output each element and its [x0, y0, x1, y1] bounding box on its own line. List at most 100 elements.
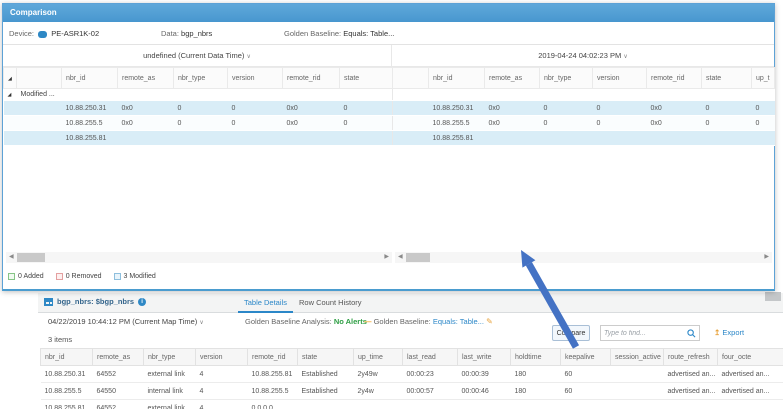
export-icon: ↥	[714, 328, 720, 337]
table-row[interactable]: 10.88.250.310x0000x000	[393, 101, 775, 116]
table-cell: 10.88.255.5	[62, 116, 118, 131]
table-cell: 10.88.250.31	[429, 101, 485, 116]
table-cell: advertised an...	[718, 366, 783, 383]
column-header[interactable]: remote_rid	[283, 68, 340, 89]
table-cell: 0	[593, 116, 647, 131]
table-row[interactable]: 10.88.250.310x0000x00	[4, 101, 393, 116]
table-cell	[485, 131, 540, 146]
column-header[interactable]: nbr_type	[174, 68, 228, 89]
table-cell	[511, 400, 561, 409]
column-header[interactable]: last_read	[403, 349, 458, 366]
scroll-left-icon[interactable]: ◀	[398, 252, 403, 263]
table-cell: 180	[511, 383, 561, 400]
panel-title-group: bgp_nbrs: $bgp_nbrs i	[44, 297, 146, 306]
table-cell	[702, 131, 752, 146]
column-header[interactable]: up_t	[752, 68, 775, 89]
tab-table-details[interactable]: Table Details	[238, 293, 293, 313]
column-header[interactable]: version	[593, 68, 647, 89]
right-scrollbar-thumb[interactable]	[406, 253, 430, 262]
export-label: Export	[722, 328, 744, 337]
right-horizontal-scrollbar[interactable]: ◀ ▶	[395, 252, 772, 263]
table-row[interactable]: 10.88.255.50x0000x000	[393, 116, 775, 131]
table-cell	[752, 131, 775, 146]
export-control[interactable]: ↥ Export	[714, 328, 744, 337]
table-cell: advertised an...	[664, 366, 718, 383]
scroll-right-icon[interactable]: ▶	[384, 252, 389, 263]
table-cell	[458, 400, 511, 409]
column-header[interactable]: version	[196, 349, 248, 366]
vertical-scrollbar-thumb[interactable]	[765, 292, 781, 301]
table-row[interactable]: 10.88.255.8164552external link40.0.0.0	[41, 400, 783, 409]
column-header[interactable]: nbr_id	[429, 68, 485, 89]
column-header[interactable]: holdtime	[511, 349, 561, 366]
column-header[interactable]: state	[702, 68, 752, 89]
column-header[interactable]: remote_rid	[248, 349, 298, 366]
column-header[interactable]: keepalive	[561, 349, 611, 366]
chevron-down-icon: ∨	[247, 54, 251, 60]
column-header[interactable]: last_write	[458, 349, 511, 366]
table-cell: 64552	[93, 366, 144, 383]
column-header[interactable]: remote_as	[118, 68, 174, 89]
info-icon[interactable]: i	[138, 298, 146, 306]
column-header[interactable]: remote_as	[93, 349, 144, 366]
left-horizontal-scrollbar[interactable]: ◀ ▶	[6, 252, 392, 263]
column-header[interactable]: state	[340, 68, 393, 89]
chevron-down-icon: ∨	[623, 54, 627, 60]
tab-label: Row Count History	[299, 298, 362, 307]
compare-button[interactable]: Compare	[552, 325, 590, 341]
expander-header-cell[interactable]: ◢	[4, 68, 17, 89]
scroll-left-icon[interactable]: ◀	[9, 252, 14, 263]
search-icon[interactable]	[687, 329, 696, 338]
table-cell: 60	[561, 366, 611, 383]
golden-baseline-label: Golden Baseline:	[374, 317, 431, 326]
column-header[interactable]: remote_as	[485, 68, 540, 89]
table-cell	[298, 400, 354, 409]
table-row[interactable]: 10.88.255.564550internal link410.88.255.…	[41, 383, 783, 400]
group-expander-cell[interactable]: ◢	[4, 89, 17, 101]
data-label: Data:	[161, 29, 179, 38]
left-group-title: undefined (Current Data Time)	[143, 51, 244, 60]
column-header[interactable]: version	[228, 68, 283, 89]
tab-row-count-history[interactable]: Row Count History	[293, 293, 368, 313]
column-header[interactable]: route_refresh	[664, 349, 718, 366]
table-cell: Established	[298, 383, 354, 400]
table-cell: 10.88.255.5	[248, 383, 298, 400]
scroll-right-icon[interactable]: ▶	[764, 252, 769, 263]
golden-baseline-link[interactable]: Equals: Table...	[433, 317, 484, 326]
modified-group-row[interactable]: ◢ Modified ...	[4, 89, 393, 101]
column-header[interactable]: nbr_id	[62, 68, 118, 89]
column-header[interactable]: four_octe	[718, 349, 783, 366]
group-spacer-row	[393, 89, 775, 101]
column-header[interactable]: session_active	[611, 349, 664, 366]
column-header[interactable]: nbr_id	[41, 349, 93, 366]
search-input[interactable]	[604, 326, 684, 340]
table-cell: 10.88.255.81	[62, 131, 118, 146]
table-cell: 0	[174, 101, 228, 116]
table-row[interactable]: 10.88.250.3164552external link410.88.255…	[41, 366, 783, 383]
map-time-selector[interactable]: 04/22/2019 10:44:12 PM (Current Map Time…	[48, 317, 204, 326]
column-header[interactable]: remote_rid	[647, 68, 702, 89]
table-cell: 0x0	[283, 101, 340, 116]
column-header[interactable]: up_time	[354, 349, 403, 366]
column-header[interactable]: state	[298, 349, 354, 366]
table-cell: 0	[174, 116, 228, 131]
edit-pencil-icon[interactable]: ✎	[486, 317, 493, 326]
table-row[interactable]: 10.88.255.81	[4, 131, 393, 146]
right-group-header[interactable]: 2019-04-24 04:02:23 PM ∨	[392, 45, 774, 67]
table-row[interactable]: 10.88.255.81	[393, 131, 775, 146]
table-cell	[17, 116, 62, 131]
table-cell	[17, 131, 62, 146]
group-headers: undefined (Current Data Time) ∨ 2019-04-…	[3, 45, 774, 67]
table-cell: advertised an...	[718, 383, 783, 400]
column-header[interactable]: nbr_type	[144, 349, 196, 366]
left-group-header[interactable]: undefined (Current Data Time) ∨	[3, 45, 392, 67]
left-scrollbar-thumb[interactable]	[17, 253, 45, 262]
table-cell: 0	[340, 101, 393, 116]
column-header[interactable]: nbr_type	[540, 68, 593, 89]
table-details-panel: bgp_nbrs: $bgp_nbrs i Table Details Row …	[38, 291, 783, 409]
map-time-value: 04/22/2019 10:44:12 PM (Current Map Time…	[48, 317, 197, 326]
table-row[interactable]: 10.88.255.50x0000x00	[4, 116, 393, 131]
table-cell	[403, 400, 458, 409]
data-value: bgp_nbrs	[181, 29, 212, 38]
table-cell: 0	[702, 101, 752, 116]
